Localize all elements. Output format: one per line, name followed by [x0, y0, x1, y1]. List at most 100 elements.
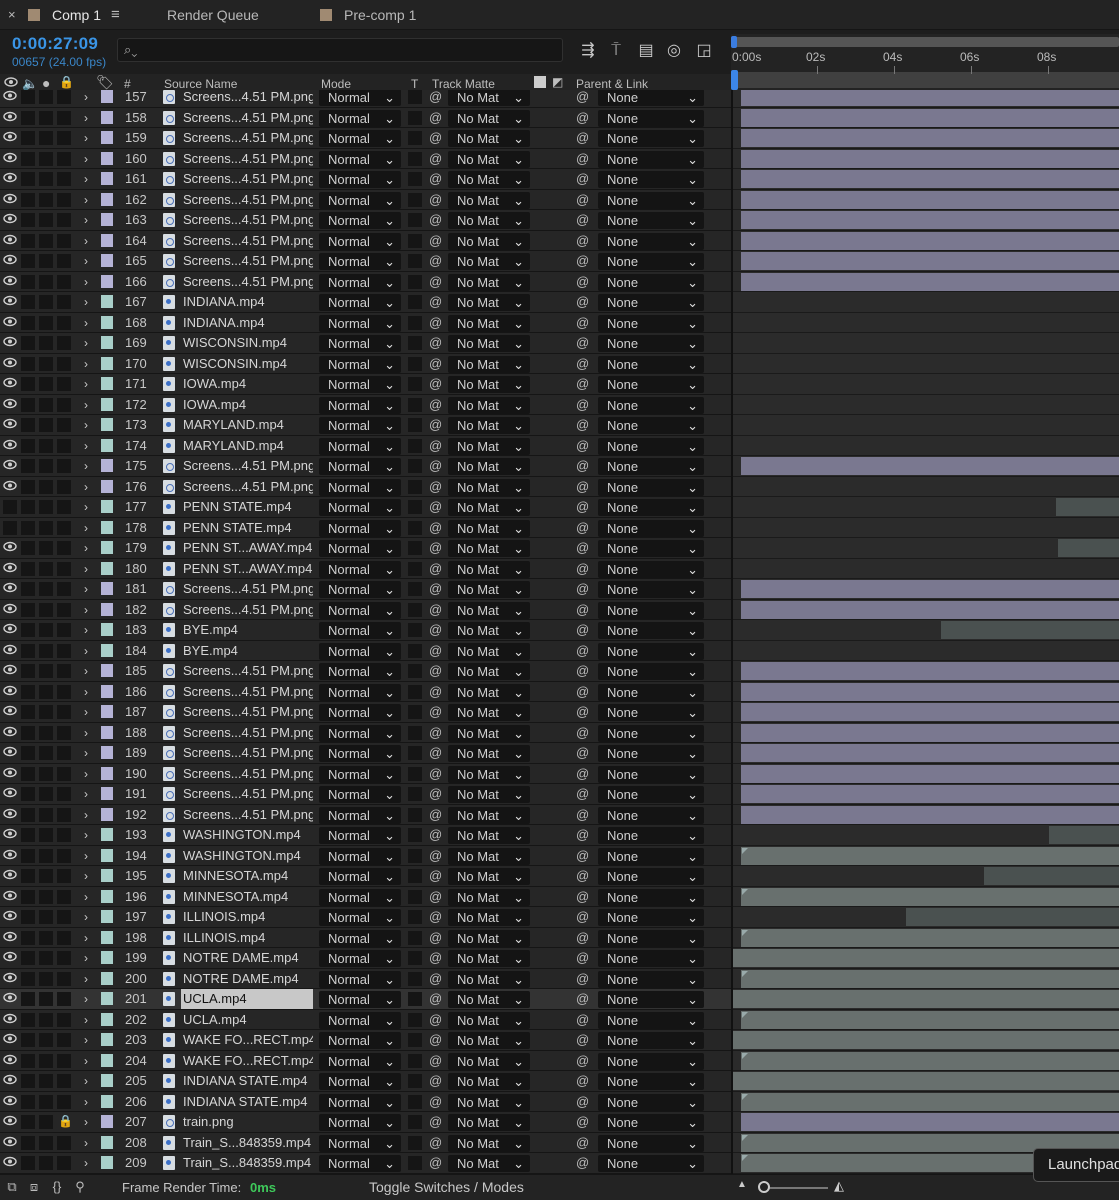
preserve-transparency-toggle[interactable]	[408, 1135, 422, 1150]
layer-duration-bar[interactable]	[1058, 539, 1119, 557]
blend-mode-dropdown[interactable]: Normal ⌄	[319, 335, 401, 352]
layer-duration-bar[interactable]	[741, 252, 1119, 270]
blend-mode-dropdown[interactable]: Normal ⌄	[319, 314, 401, 332]
parent-pickwhip-icon[interactable]: @	[576, 477, 592, 497]
parent-pickwhip-icon[interactable]: @	[576, 1010, 592, 1030]
parent-pickwhip-icon[interactable]: @	[576, 190, 592, 210]
expand-chevron-icon[interactable]: ›	[84, 1153, 94, 1173]
audio-toggle[interactable]	[21, 1033, 35, 1047]
preserve-transparency-toggle[interactable]	[408, 438, 422, 453]
matte-pickwhip-icon[interactable]: @	[429, 620, 445, 640]
lock-toggle[interactable]	[57, 418, 71, 432]
parent-pickwhip-icon[interactable]: @	[576, 272, 592, 292]
layer-row[interactable]: › 175 Screens...4.51 PM.png Normal ⌄ @ No Mat ⌄…	[0, 456, 731, 477]
audio-toggle[interactable]	[21, 520, 35, 535]
blend-mode-dropdown[interactable]: Normal ⌄	[319, 724, 401, 742]
lock-toggle[interactable]	[57, 1074, 71, 1088]
layer-name[interactable]: IOWA.mp4	[181, 374, 313, 394]
audio-toggle[interactable]	[21, 869, 35, 883]
blend-mode-dropdown[interactable]: Normal ⌄	[319, 786, 401, 803]
audio-toggle[interactable]	[21, 336, 35, 350]
audio-toggle[interactable]	[21, 110, 35, 125]
blend-mode-dropdown[interactable]: Normal ⌄	[319, 1134, 401, 1152]
layer-name[interactable]: INDIANA.mp4	[181, 313, 313, 333]
parent-dropdown[interactable]: None ⌄	[598, 355, 704, 373]
video-visibility-icon[interactable]	[4, 76, 18, 91]
label-color-swatch[interactable]	[101, 295, 113, 308]
eye-icon[interactable]	[3, 828, 19, 841]
blend-mode-dropdown[interactable]: Normal ⌄	[319, 581, 401, 598]
layer-name[interactable]: Screens...4.51 PM.png	[181, 149, 313, 169]
transfer-controls-icon[interactable]: ⧈	[26, 1179, 42, 1195]
parent-dropdown[interactable]: None ⌄	[598, 622, 704, 639]
track-matte-dropdown[interactable]: No Mat ⌄	[448, 232, 530, 250]
graph-editor-icon[interactable]: ◲	[693, 40, 715, 62]
matte-pickwhip-icon[interactable]: @	[429, 108, 445, 128]
eye-icon[interactable]	[3, 644, 19, 657]
blend-mode-dropdown[interactable]: Normal ⌄	[319, 1073, 401, 1090]
layer-row[interactable]: 🔒 › 207 train.png Normal ⌄ @ No Mat ⌄ @ None ⌄	[0, 1112, 731, 1133]
preserve-transparency-toggle[interactable]	[408, 1094, 422, 1109]
track-matte-dropdown[interactable]: No Mat ⌄	[448, 642, 530, 660]
track-row[interactable]	[733, 1071, 1119, 1092]
label-color-swatch[interactable]	[101, 643, 113, 657]
track-matte-dropdown[interactable]: No Mat ⌄	[448, 478, 530, 496]
track-row[interactable]	[733, 210, 1119, 231]
parent-pickwhip-icon[interactable]: @	[576, 1112, 592, 1132]
layer-name[interactable]: Screens...4.51 PM.png	[181, 682, 313, 702]
parent-dropdown[interactable]: None ⌄	[598, 90, 704, 106]
layer-row[interactable]: › 176 Screens...4.51 PM.png Normal ⌄ @ No Mat ⌄…	[0, 476, 731, 497]
layer-row[interactable]: › 159 Screens...4.51 PM.png Normal ⌄ @ No Mat ⌄…	[0, 128, 731, 149]
blend-mode-dropdown[interactable]: Normal ⌄	[319, 540, 401, 557]
search-input[interactable]: ⌕⌄	[117, 38, 563, 62]
tab-comp-1[interactable]: Comp 1	[28, 0, 101, 30]
matte-pickwhip-icon[interactable]: @	[429, 292, 445, 312]
track-matte-dropdown[interactable]: No Mat ⌄	[448, 827, 530, 844]
matte-pickwhip-icon[interactable]: @	[429, 333, 445, 353]
parent-pickwhip-icon[interactable]: @	[576, 149, 592, 169]
layer-name[interactable]: Train_S...848359.mp4	[181, 1133, 313, 1153]
matte-pickwhip-icon[interactable]: @	[429, 641, 445, 661]
layer-row[interactable]: › 188 Screens...4.51 PM.png Normal ⌄ @ No Mat ⌄…	[0, 722, 731, 743]
layer-duration-bar[interactable]	[1049, 826, 1119, 844]
layer-name[interactable]: NOTRE DAME.mp4	[181, 969, 313, 989]
preserve-transparency-toggle[interactable]	[408, 705, 422, 719]
label-color-swatch[interactable]	[101, 992, 113, 1005]
blend-mode-dropdown[interactable]: Normal ⌄	[319, 683, 401, 701]
layer-name[interactable]: Screens...4.51 PM.png	[181, 108, 313, 128]
track-matte-dropdown[interactable]: No Mat ⌄	[448, 458, 530, 475]
layer-row[interactable]: › 197 ILLINOIS.mp4 Normal ⌄ @ No Mat ⌄ @ None ⌄	[0, 907, 731, 928]
track-matte-dropdown[interactable]: No Mat ⌄	[448, 950, 530, 967]
audio-toggle[interactable]	[21, 397, 35, 412]
layer-duration-bar[interactable]	[733, 949, 1119, 967]
label-color-swatch[interactable]	[101, 561, 113, 575]
track-matte-dropdown[interactable]: No Mat ⌄	[448, 560, 530, 578]
label-color-swatch[interactable]	[101, 869, 113, 882]
track-matte-dropdown[interactable]: No Mat ⌄	[448, 355, 530, 373]
layer-row[interactable]: › 182 Screens...4.51 PM.png Normal ⌄ @ No Mat ⌄…	[0, 599, 731, 620]
eye-icon[interactable]	[3, 357, 19, 370]
parent-dropdown[interactable]: None ⌄	[598, 1073, 704, 1090]
eye-icon[interactable]	[3, 316, 19, 329]
column-parent-link[interactable]: Parent & Link	[576, 77, 648, 91]
track-matte-dropdown[interactable]: No Mat ⌄	[448, 396, 530, 414]
track-matte-dropdown[interactable]: No Mat ⌄	[448, 868, 530, 885]
blend-mode-dropdown[interactable]: Normal ⌄	[319, 355, 401, 373]
audio-toggle[interactable]	[21, 438, 35, 453]
label-color-swatch[interactable]	[101, 582, 113, 595]
track-matte-dropdown[interactable]: No Mat ⌄	[448, 519, 530, 537]
lock-toggle[interactable]	[57, 1156, 71, 1170]
layer-row[interactable]: › 189 Screens...4.51 PM.png Normal ⌄ @ No Mat ⌄…	[0, 743, 731, 764]
matte-pickwhip-icon[interactable]: @	[429, 702, 445, 722]
layer-row[interactable]: › 169 WISCONSIN.mp4 Normal ⌄ @ No Mat ⌄ @ None ⌄	[0, 333, 731, 354]
layer-name[interactable]: INDIANA STATE.mp4	[181, 1071, 313, 1091]
matte-pickwhip-icon[interactable]: @	[429, 784, 445, 804]
label-color-swatch[interactable]	[101, 1053, 113, 1067]
solo-toggle[interactable]	[39, 192, 53, 207]
audio-toggle[interactable]	[21, 1074, 35, 1088]
expand-chevron-icon[interactable]: ›	[84, 723, 94, 743]
audio-toggle[interactable]	[21, 151, 35, 166]
eye-icon[interactable]	[3, 1054, 19, 1067]
expand-chevron-icon[interactable]: ›	[84, 620, 94, 640]
column-mode[interactable]: Mode	[321, 77, 351, 91]
